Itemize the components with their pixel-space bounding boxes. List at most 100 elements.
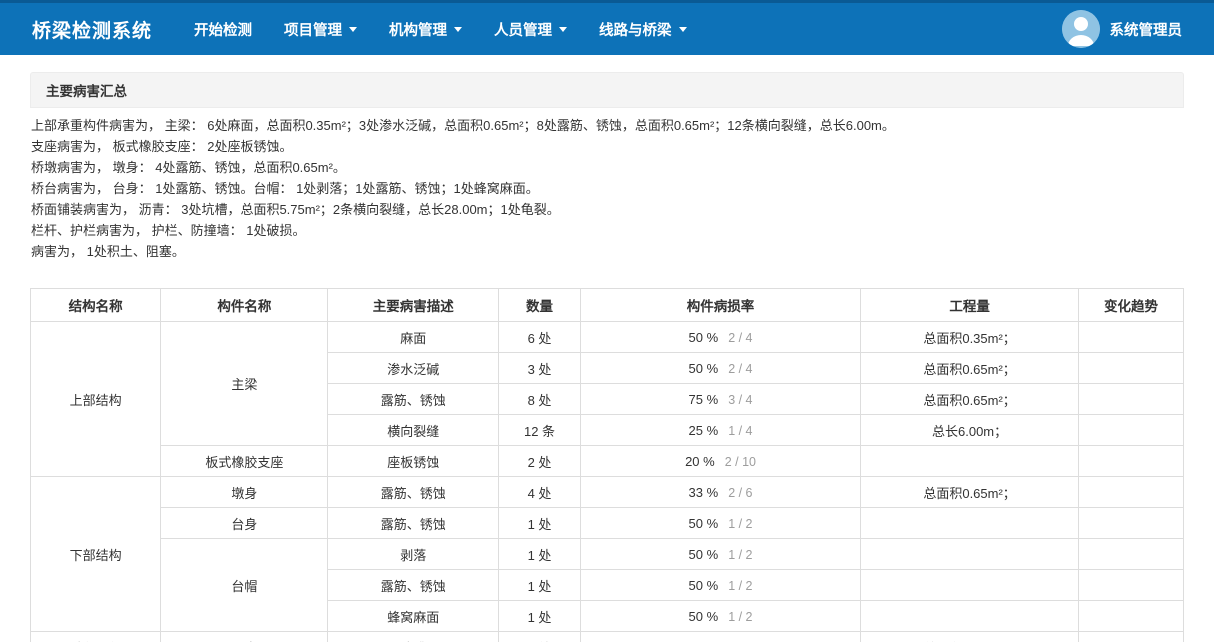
main-menu: 开始检测 项目管理 机构管理 人员管理 线路与桥梁: [178, 3, 703, 55]
table-cell: 20 % 2 / 10: [580, 446, 860, 477]
table-row: 上部结构主梁麻面6 处50 %2 / 4总面积0.35m²；: [31, 322, 1184, 353]
defect-summary: 上部承重构件病害为， 主梁： 6处麻面，总面积0.35m²；3处渗水泛碱，总面积…: [30, 108, 1184, 262]
damage-rate-fraction: 2 / 10: [725, 455, 756, 469]
damage-rate-fraction: 1 / 2: [728, 548, 752, 562]
table-cell: 台身: [161, 508, 328, 539]
table-cell: 露筋、锈蚀: [328, 477, 499, 508]
table-cell: 剥落: [328, 539, 499, 570]
table-cell: 蜂窝麻面: [328, 601, 499, 632]
damage-rate-fraction: 1 / 4: [728, 424, 752, 438]
app-title[interactable]: 桥梁检测系统: [0, 16, 166, 43]
column-header: 构件名称: [161, 289, 328, 322]
damage-rate-value: 50 %: [689, 609, 719, 624]
nav-item-personnel-management[interactable]: 人员管理: [478, 3, 583, 55]
table-row: 下部结构墩身露筋、锈蚀4 处33 %2 / 6总面积0.65m²；: [31, 477, 1184, 508]
table-cell: 横向裂缝: [328, 415, 499, 446]
column-header: 变化趋势: [1079, 289, 1184, 322]
panel-title: 主要病害汇总: [30, 72, 1184, 108]
table-row: 板式橡胶支座座板锈蚀2 处 20 % 2 / 10: [31, 446, 1184, 477]
summary-line: 桥面铺装病害为， 沥青： 3处坑槽，总面积5.75m²；2条横向裂缝，总长28.…: [31, 199, 1183, 220]
nav-item-routes-and-bridges[interactable]: 线路与桥梁: [583, 3, 703, 55]
table-cell: 板式橡胶支座: [161, 446, 328, 477]
table-cell: 座板锈蚀: [328, 446, 499, 477]
table-cell: 麻面: [328, 322, 499, 353]
table-cell: [861, 446, 1079, 477]
nav-item-project-management[interactable]: 项目管理: [268, 3, 373, 55]
damage-rate-value: 50 %: [689, 578, 719, 593]
table-cell: [1079, 353, 1184, 384]
summary-line: 栏杆、护栏病害为， 护栏、防撞墙： 1处破损。: [31, 220, 1183, 241]
table-cell: 1 处: [499, 570, 581, 601]
column-header: 工程量: [861, 289, 1079, 322]
defect-summary-table: 结构名称构件名称主要病害描述数量构件病损率工程量变化趋势 上部结构主梁麻面6 处…: [30, 288, 1184, 642]
summary-line: 支座病害为， 板式橡胶支座： 2处座板锈蚀。: [31, 136, 1183, 157]
damage-rate-fraction: 1 / 2: [728, 517, 752, 531]
table-cell: 台帽: [161, 539, 328, 632]
table-cell: 桥面系: [31, 632, 161, 642]
table-cell: 100 %1 / 1: [580, 632, 860, 642]
summary-line: 桥墩病害为， 墩身： 4处露筋、锈蚀，总面积0.65m²。: [31, 157, 1183, 178]
table-cell: 3 处: [499, 632, 581, 642]
chevron-down-icon: [679, 27, 687, 32]
table-row: 台帽剥落1 处50 %1 / 2: [31, 539, 1184, 570]
avatar: [1062, 10, 1100, 48]
damage-rate-fraction: 2 / 6: [728, 486, 752, 500]
top-navbar: 桥梁检测系统 开始检测 项目管理 机构管理 人员管理 线路与桥梁: [0, 0, 1214, 55]
damage-rate-fraction: 2 / 4: [728, 362, 752, 376]
table-cell: [861, 539, 1079, 570]
column-header: 构件病损率: [580, 289, 860, 322]
table-cell: 3 处: [499, 353, 581, 384]
damage-rate-value: 50 %: [689, 516, 719, 531]
table-cell: 沥青: [161, 632, 328, 642]
table-cell: [1079, 508, 1184, 539]
column-header: 主要病害描述: [328, 289, 499, 322]
main-content: 主要病害汇总 上部承重构件病害为， 主梁： 6处麻面，总面积0.35m²；3处渗…: [30, 72, 1184, 642]
table-cell: 主梁: [161, 322, 328, 446]
damage-rate-value: 75 %: [689, 392, 719, 407]
table-cell: 渗水泛碱: [328, 353, 499, 384]
chevron-down-icon: [349, 27, 357, 32]
user-icon: [1062, 10, 1100, 48]
table-cell: 露筋、锈蚀: [328, 508, 499, 539]
damage-rate-value: 33 %: [689, 485, 719, 500]
table-cell: 33 % 2 / 6: [580, 477, 860, 508]
table-cell: 上部结构: [31, 322, 161, 477]
table-cell: 6 处: [499, 322, 581, 353]
table-cell: [1079, 601, 1184, 632]
nav-item-label: 线路与桥梁: [599, 19, 672, 40]
nav-item-label: 人员管理: [494, 19, 552, 40]
nav-item-organization-management[interactable]: 机构管理: [373, 3, 478, 55]
table-cell: 2 处: [499, 446, 581, 477]
table-cell: 总面积0.65m²；: [861, 384, 1079, 415]
damage-rate-value: 50 %: [689, 330, 719, 345]
table-row: 台身露筋、锈蚀1 处50 %1 / 2: [31, 508, 1184, 539]
damage-rate-value: 25 %: [689, 423, 719, 438]
table-cell: 1 处: [499, 539, 581, 570]
column-header: 结构名称: [31, 289, 161, 322]
table-cell: 1 处: [499, 601, 581, 632]
damage-rate-fraction: 2 / 4: [728, 331, 752, 345]
damage-rate-fraction: 3 / 4: [728, 393, 752, 407]
table-cell: [1079, 415, 1184, 446]
table-cell: [1079, 632, 1184, 642]
user-menu[interactable]: 系统管理员: [1062, 10, 1214, 48]
table-cell: 8 处: [499, 384, 581, 415]
table-cell: 总面积0.35m²；: [861, 322, 1079, 353]
table-cell: 50 % 1 / 2: [580, 570, 860, 601]
table-cell: 50 % 1 / 2: [580, 508, 860, 539]
table-cell: 总面积0.65m²；: [861, 353, 1079, 384]
damage-rate-fraction: 1 / 2: [728, 610, 752, 624]
user-name: 系统管理员: [1110, 19, 1183, 40]
damage-rate-value: 20 %: [685, 454, 715, 469]
column-header: 数量: [499, 289, 581, 322]
table-cell: 4 处: [499, 477, 581, 508]
table-cell: 总面积5.75m²；: [861, 632, 1079, 642]
table-cell: 总长6.00m；: [861, 415, 1079, 446]
nav-item-start-inspection[interactable]: 开始检测: [178, 3, 268, 55]
table-cell: 75 % 3 / 4: [580, 384, 860, 415]
nav-item-label: 项目管理: [284, 19, 342, 40]
table-cell: [1079, 446, 1184, 477]
table-cell: [861, 508, 1079, 539]
table-cell: 50 % 1 / 2: [580, 601, 860, 632]
damage-rate-fraction: 1 / 2: [728, 579, 752, 593]
